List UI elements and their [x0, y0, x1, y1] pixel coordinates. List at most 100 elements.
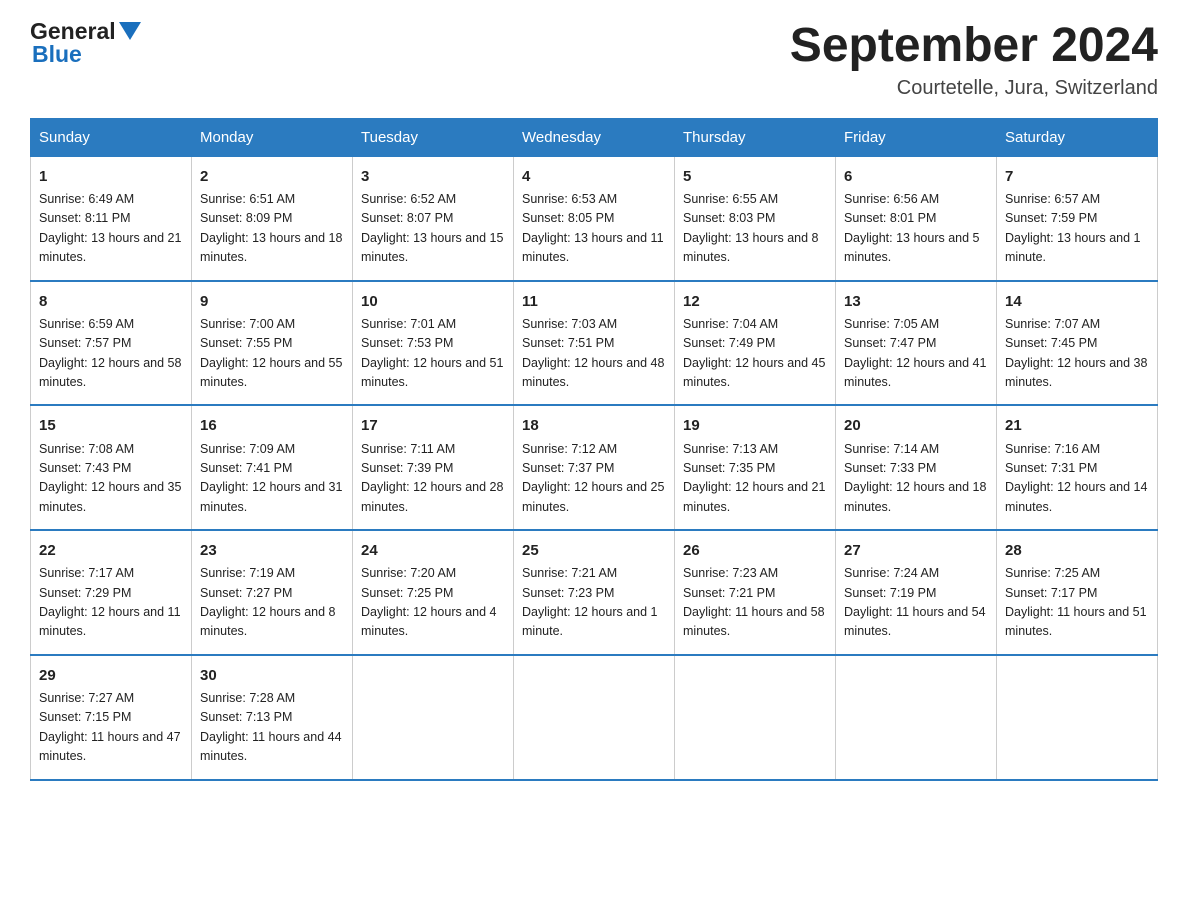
- sunrise-text: Sunrise: 7:09 AM: [200, 442, 295, 456]
- calendar-cell: 24Sunrise: 7:20 AMSunset: 7:25 PMDayligh…: [353, 530, 514, 655]
- sunrise-text: Sunrise: 6:55 AM: [683, 192, 778, 206]
- sunset-text: Sunset: 8:07 PM: [361, 211, 453, 225]
- calendar-cell: 23Sunrise: 7:19 AMSunset: 7:27 PMDayligh…: [192, 530, 353, 655]
- day-number: 12: [683, 290, 827, 313]
- calendar-cell: 16 Sunrise: 7:09 AM Sunset: 7:41 PM Dayligh…: [192, 405, 353, 530]
- calendar-cell: 3Sunrise: 6:52 AMSunset: 8:07 PMDaylight…: [353, 156, 514, 280]
- sunset-text: Sunset: 7:13 PM: [200, 710, 292, 724]
- day-number: 20: [844, 414, 988, 437]
- day-number: 16: [200, 414, 344, 437]
- sunset-text: Sunset: 7:23 PM: [522, 586, 614, 600]
- calendar-cell: 8Sunrise: 6:59 AMSunset: 7:57 PMDaylight…: [31, 281, 192, 406]
- daylight-text: Daylight: 12 hours and 35 minutes.: [39, 480, 181, 513]
- calendar-cell: 1Sunrise: 6:49 AMSunset: 8:11 PMDaylight…: [31, 156, 192, 280]
- sunset-text: Sunset: 7:43 PM: [39, 461, 131, 475]
- daylight-text: Daylight: 11 hours and 58 minutes.: [683, 605, 825, 638]
- day-number: 23: [200, 539, 344, 562]
- day-number: 13: [844, 290, 988, 313]
- sunset-text: Sunset: 7:51 PM: [522, 336, 614, 350]
- day-number: 4: [522, 165, 666, 188]
- daylight-text: Daylight: 13 hours and 21 minutes.: [39, 231, 181, 264]
- sunset-text: Sunset: 7:37 PM: [522, 461, 614, 475]
- day-number: 27: [844, 539, 988, 562]
- calendar-cell: [675, 655, 836, 780]
- daylight-text: Daylight: 13 hours and 5 minutes.: [844, 231, 980, 264]
- sunset-text: Sunset: 7:49 PM: [683, 336, 775, 350]
- sunrise-text: Sunrise: 7:08 AM: [39, 442, 134, 456]
- sunrise-text: Sunrise: 6:57 AM: [1005, 192, 1100, 206]
- sunrise-text: Sunrise: 6:52 AM: [361, 192, 456, 206]
- sunset-text: Sunset: 8:05 PM: [522, 211, 614, 225]
- sunset-text: Sunset: 7:59 PM: [1005, 211, 1097, 225]
- calendar-cell: 28Sunrise: 7:25 AMSunset: 7:17 PMDayligh…: [997, 530, 1158, 655]
- sunrise-text: Sunrise: 7:00 AM: [200, 317, 295, 331]
- day-number: 7: [1005, 165, 1149, 188]
- col-header-thursday: Thursday: [675, 118, 836, 156]
- day-number: 15: [39, 414, 183, 437]
- sunrise-text: Sunrise: 7:28 AM: [200, 691, 295, 705]
- day-number: 14: [1005, 290, 1149, 313]
- daylight-text: Daylight: 12 hours and 1 minute.: [522, 605, 658, 638]
- calendar-cell: [836, 655, 997, 780]
- sunrise-text: Sunrise: 7:07 AM: [1005, 317, 1100, 331]
- sunset-text: Sunset: 7:27 PM: [200, 586, 292, 600]
- calendar-cell: 17Sunrise: 7:11 AMSunset: 7:39 PMDayligh…: [353, 405, 514, 530]
- sunrise-text: Sunrise: 7:14 AM: [844, 442, 939, 456]
- daylight-text: Daylight: 13 hours and 18 minutes.: [200, 231, 342, 264]
- day-number: 8: [39, 290, 183, 313]
- day-number: 6: [844, 165, 988, 188]
- col-header-monday: Monday: [192, 118, 353, 156]
- calendar-cell: 6Sunrise: 6:56 AMSunset: 8:01 PMDaylight…: [836, 156, 997, 280]
- daylight-text: Daylight: 13 hours and 8 minutes.: [683, 231, 819, 264]
- day-number: 10: [361, 290, 505, 313]
- daylight-text: Daylight: 12 hours and 45 minutes.: [683, 356, 825, 389]
- sunset-text: Sunset: 7:41 PM: [200, 461, 292, 475]
- sunrise-text: Sunrise: 7:12 AM: [522, 442, 617, 456]
- calendar-cell: 12Sunrise: 7:04 AMSunset: 7:49 PMDayligh…: [675, 281, 836, 406]
- daylight-text: Daylight: 12 hours and 31 minutes.: [200, 480, 342, 513]
- calendar-cell: 20Sunrise: 7:14 AMSunset: 7:33 PMDayligh…: [836, 405, 997, 530]
- sunset-text: Sunset: 7:17 PM: [1005, 586, 1097, 600]
- calendar-table: SundayMondayTuesdayWednesdayThursdayFrid…: [30, 118, 1158, 781]
- col-header-tuesday: Tuesday: [353, 118, 514, 156]
- sunset-text: Sunset: 7:35 PM: [683, 461, 775, 475]
- day-number: 25: [522, 539, 666, 562]
- day-number: 5: [683, 165, 827, 188]
- calendar-cell: 9Sunrise: 7:00 AMSunset: 7:55 PMDaylight…: [192, 281, 353, 406]
- day-number: 18: [522, 414, 666, 437]
- sunset-text: Sunset: 8:01 PM: [844, 211, 936, 225]
- title-area: September 2024 Courtetelle, Jura, Switze…: [790, 20, 1158, 100]
- sunset-text: Sunset: 7:45 PM: [1005, 336, 1097, 350]
- sunrise-text: Sunrise: 7:05 AM: [844, 317, 939, 331]
- calendar-cell: 22Sunrise: 7:17 AMSunset: 7:29 PMDayligh…: [31, 530, 192, 655]
- day-number: 26: [683, 539, 827, 562]
- logo-triangle-icon: [119, 22, 141, 40]
- sunset-text: Sunset: 7:21 PM: [683, 586, 775, 600]
- calendar-cell: 13Sunrise: 7:05 AMSunset: 7:47 PMDayligh…: [836, 281, 997, 406]
- day-number: 1: [39, 165, 183, 188]
- daylight-text: Daylight: 12 hours and 21 minutes.: [683, 480, 825, 513]
- day-number: 3: [361, 165, 505, 188]
- calendar-cell: [997, 655, 1158, 780]
- daylight-text: Daylight: 11 hours and 54 minutes.: [844, 605, 986, 638]
- day-number: 17: [361, 414, 505, 437]
- logo-general-text: General: [30, 20, 116, 43]
- sunrise-text: Sunrise: 7:11 AM: [361, 442, 455, 456]
- daylight-text: Daylight: 12 hours and 18 minutes.: [844, 480, 986, 513]
- calendar-cell: 4Sunrise: 6:53 AMSunset: 8:05 PMDaylight…: [514, 156, 675, 280]
- calendar-cell: 26Sunrise: 7:23 AMSunset: 7:21 PMDayligh…: [675, 530, 836, 655]
- daylight-text: Daylight: 12 hours and 25 minutes.: [522, 480, 664, 513]
- col-header-wednesday: Wednesday: [514, 118, 675, 156]
- daylight-text: Daylight: 12 hours and 38 minutes.: [1005, 356, 1147, 389]
- calendar-cell: 25Sunrise: 7:21 AMSunset: 7:23 PMDayligh…: [514, 530, 675, 655]
- calendar-cell: 14 Sunrise: 7:07 AM Sunset: 7:45 PM Dayligh…: [997, 281, 1158, 406]
- logo-blue-text: Blue: [32, 43, 141, 66]
- calendar-cell: 21Sunrise: 7:16 AMSunset: 7:31 PMDayligh…: [997, 405, 1158, 530]
- sunset-text: Sunset: 7:15 PM: [39, 710, 131, 724]
- col-header-saturday: Saturday: [997, 118, 1158, 156]
- calendar-cell: 30Sunrise: 7:28 AMSunset: 7:13 PMDayligh…: [192, 655, 353, 780]
- day-number: 24: [361, 539, 505, 562]
- sunrise-text: Sunrise: 7:16 AM: [1005, 442, 1100, 456]
- daylight-text: Daylight: 11 hours and 47 minutes.: [39, 730, 181, 763]
- daylight-text: Daylight: 12 hours and 11 minutes.: [39, 605, 181, 638]
